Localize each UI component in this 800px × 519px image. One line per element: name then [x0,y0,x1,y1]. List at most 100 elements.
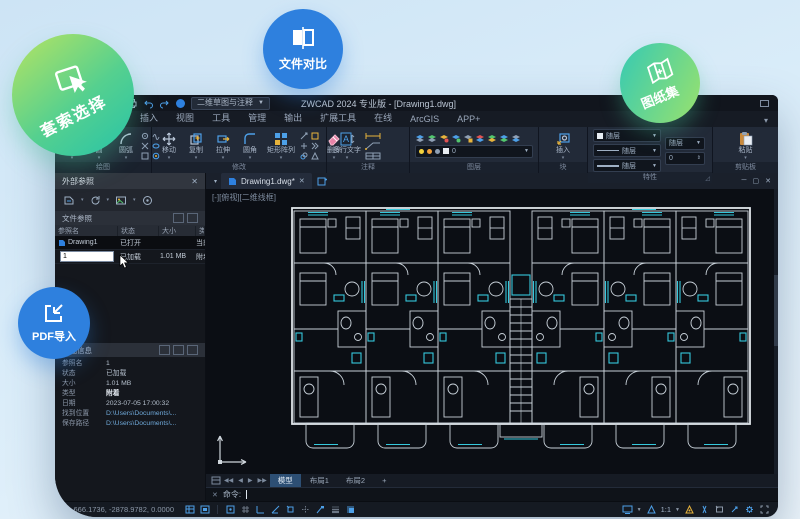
ribbon-tab-online[interactable]: 在线 [365,109,401,127]
paper-space-icon[interactable] [199,504,210,515]
tab-layout2[interactable]: 布局2 [338,474,373,487]
layer-color-swatch [443,148,449,154]
ribbon-tab-output[interactable]: 输出 [275,109,311,127]
first-layout-icon[interactable]: ◀◀ [222,477,235,484]
settings-gear-icon[interactable] [744,504,755,515]
xref-toolbar: ▾ ▾ ▾ [55,189,205,211]
osnap-toggle-icon[interactable] [285,504,296,515]
auto-scale-icon[interactable] [699,504,710,515]
modify-group-label: 修改 [152,162,326,173]
model-canvas[interactable]: [-][俯视][二维线框] [206,189,778,474]
prev-layout-icon[interactable]: ◀ [236,477,245,484]
clean-screen-icon[interactable] [759,504,770,515]
ribbon-tab-arcgis[interactable]: ArcGIS [401,112,448,127]
transparency-toggle-icon[interactable] [345,504,356,515]
tab-list-icon[interactable]: ▾ [210,178,221,185]
undo-icon[interactable] [143,98,154,109]
tab-layout1[interactable]: 布局1 [302,474,337,487]
close-icon[interactable]: ✕ [765,177,771,185]
new-tab-icon[interactable] [317,176,328,186]
ribbon-tab-manage[interactable]: 管理 [239,109,275,127]
ribbon-tab-insert[interactable]: 插入 [131,109,167,127]
xref-name-input[interactable] [60,251,114,262]
file-compare-badge[interactable]: 文件对比 [263,9,343,89]
insert-block-button[interactable]: 插入 ▾ [551,132,575,160]
annotate-small-tools[interactable] [365,132,381,160]
chevron-down-icon[interactable]: ▼ [675,507,680,513]
lineweight-dropdown[interactable]: 随层 ▼ [593,159,661,172]
minimize-ribbon-icon[interactable] [759,98,770,109]
attach-image-icon[interactable] [115,195,127,206]
modify-small-tools[interactable] [300,132,319,160]
ribbon-tab-app[interactable]: APP+ [448,112,489,127]
dialog-launcher-icon[interactable]: ◿ [705,174,710,185]
details-panel-icon[interactable] [159,345,170,356]
snap-toggle-icon[interactable] [225,504,236,515]
chevron-down-icon[interactable]: ▼ [637,507,642,513]
attach-dwg-icon[interactable] [63,195,75,206]
coordinates-readout: -666.1736, -2878.9782, 0.0000 [71,505,175,514]
ribbon-tab-express[interactable]: 扩展工具 [311,109,365,127]
ribbon-group-layers: 0 ▼ 图层 [410,127,539,173]
redo-icon[interactable] [159,98,170,109]
close-command-icon[interactable]: ✕ [212,491,218,499]
annotation-visibility-icon[interactable] [684,504,695,515]
sheet-set-badge[interactable]: 图纸集 [620,43,700,123]
stretch-button[interactable]: 拉伸 ▾ [211,132,235,160]
close-tab-icon[interactable]: ✕ [299,177,305,185]
ribbon-tab-tools[interactable]: 工具 [203,109,239,127]
transparency-spinner[interactable]: 0 ⇕ [665,151,705,165]
details-panel: 参照名 1 状态 已加载 大小 1.01 MB 类型 附着 日期 2023-07-05 1… [55,357,205,436]
workspace-dropdown[interactable]: 二维草图与注释 ▼ [191,96,270,110]
collapse-panel-icon[interactable] [187,345,198,356]
annotation-scale-icon[interactable] [646,504,657,515]
pdf-import-badge[interactable]: PDF导入 [18,287,90,359]
annotation-scale-value[interactable]: 1:1 [661,505,671,514]
add-layout-button[interactable]: + [374,474,394,487]
tree-view-icon[interactable] [187,213,198,223]
array-button[interactable]: 矩形阵列 ▾ [265,132,297,160]
layer-dropdown[interactable]: 0 ▼ [415,144,533,158]
command-line[interactable]: ✕ 命令: [206,487,778,501]
dyn-toggle-icon[interactable] [315,504,326,515]
layer-tools[interactable] [415,134,533,143]
refresh-icon[interactable] [90,195,101,206]
help-icon[interactable] [142,195,153,206]
model-space-icon[interactable] [184,504,195,515]
xref-palette-title: 外部参照 [62,176,94,186]
last-layout-icon[interactable]: ▶▶ [255,477,268,484]
isolate-objects-icon[interactable] [714,504,725,515]
viewport-controls[interactable]: [-][俯视][二维线框] [212,192,276,203]
hardware-acceleration-icon[interactable] [729,504,740,515]
polar-toggle-icon[interactable] [270,504,281,515]
otrack-toggle-icon[interactable] [300,504,311,515]
ribbon-group-block: 插入 ▾ 块 [539,127,588,173]
preview-panel-icon[interactable] [173,345,184,356]
layout-menu-icon[interactable] [211,476,221,485]
restore-icon[interactable]: ▢ [753,177,760,185]
next-layout-icon[interactable]: ▶ [246,477,255,484]
paste-button[interactable]: 粘贴 ▾ [734,131,758,161]
lasso-select-badge[interactable]: 套索选择 [12,34,134,156]
move-button[interactable]: 移动 ▾ [157,132,181,160]
copy-button[interactable]: 复制 ▾ [184,132,208,160]
workspace-switch-icon[interactable] [622,504,633,515]
close-icon[interactable]: ✕ [191,177,198,186]
plotstyle-dropdown[interactable]: 随层 ▼ [665,136,705,150]
color-dropdown[interactable]: 随层 ▼ [593,129,661,142]
lwt-toggle-icon[interactable] [330,504,341,515]
ribbon-tab-view[interactable]: 视图 [167,109,203,127]
cloud-sync-icon[interactable] [175,98,186,109]
list-view-icon[interactable] [173,213,184,223]
fillet-button[interactable]: 圆角 ▾ [238,132,262,160]
mtext-button[interactable]: A 多行文字 ▾ [332,132,362,160]
ortho-toggle-icon[interactable] [255,504,266,515]
canvas-scrollbar[interactable] [774,189,778,474]
document-tab[interactable]: Drawing1.dwg* ✕ [221,173,312,189]
tab-model[interactable]: 模型 [269,474,301,487]
ribbon-collapse-icon[interactable]: ▾ [758,116,774,127]
table-row[interactable]: Drawing1 已打开 当前 [55,236,205,250]
linetype-dropdown[interactable]: 随层 ▼ [593,144,661,157]
minimize-icon[interactable]: ─ [742,177,747,185]
grid-toggle-icon[interactable] [240,504,251,515]
